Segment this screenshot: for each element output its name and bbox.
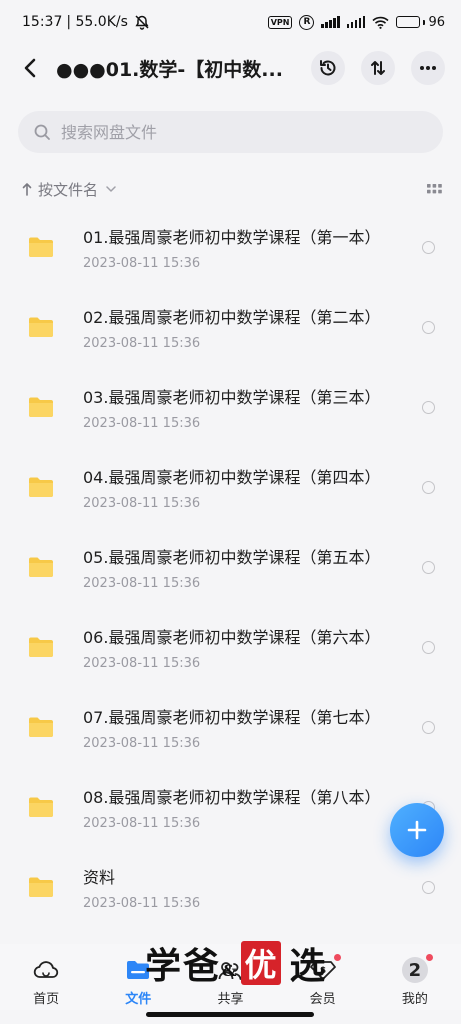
more-horizontal-icon	[420, 66, 436, 70]
folder-icon	[29, 877, 53, 897]
file-name: 08.最强周豪老师初中数学课程（第八本）	[83, 787, 381, 807]
vpn-badge: VPN	[267, 15, 293, 29]
more-button[interactable]	[411, 51, 445, 85]
back-button[interactable]	[18, 52, 42, 84]
signal-icon	[321, 16, 340, 28]
file-date: 2023-08-11 15:36	[83, 335, 201, 351]
watermark-stamp: 优	[241, 941, 282, 985]
file-date: 2023-08-11 15:36	[83, 495, 201, 511]
watermark-text-1: 学爸	[145, 945, 222, 987]
search-icon	[34, 124, 50, 140]
folder-icon	[29, 717, 53, 737]
sort-direction-button[interactable]	[22, 182, 32, 196]
sort-field-label[interactable]: 按文件名	[38, 179, 98, 200]
file-date: 2023-08-11 15:36	[83, 255, 201, 271]
status-left: 15:37 | 55.0K/s	[22, 14, 150, 30]
nav-files-label: 文件	[125, 992, 152, 1007]
list-item[interactable]: 07.最强周豪老师初中数学课程（第七本） 2023-08-11 15:36	[0, 687, 461, 767]
list-item[interactable]: 03.最强周豪老师初中数学课程（第三本） 2023-08-11 15:36	[0, 367, 461, 447]
select-checkbox[interactable]	[422, 720, 435, 734]
nav-home-label: 首页	[33, 992, 60, 1007]
grid-view-icon[interactable]	[427, 184, 442, 194]
add-button[interactable]	[390, 803, 444, 857]
list-item[interactable]: 01.最强周豪老师初中数学课程（第一本） 2023-08-11 15:36	[0, 207, 461, 287]
nav-vip-label: 会员	[309, 992, 336, 1007]
file-date: 2023-08-11 15:36	[83, 655, 201, 671]
top-bar: ●●●01.数学-【初中数...	[0, 46, 461, 90]
select-checkbox[interactable]	[422, 400, 435, 414]
watermark-logo: 学爸 & 优 选	[145, 938, 327, 988]
folder-icon	[29, 317, 53, 337]
list-item[interactable]: 06.最强周豪老师初中数学课程（第六本） 2023-08-11 15:36	[0, 607, 461, 687]
file-date: 2023-08-11 15:36	[83, 895, 201, 911]
folder-icon	[29, 797, 53, 817]
arrow-up-icon	[22, 183, 32, 196]
notification-dot	[333, 954, 341, 961]
list-item[interactable]: 04.最强周豪老师初中数学课程（第四本） 2023-08-11 15:36	[0, 447, 461, 527]
signal-icon-2	[346, 16, 366, 28]
watermark-text-2: 选	[289, 945, 328, 987]
folder-icon	[29, 637, 53, 657]
wifi-icon	[372, 16, 389, 29]
nav-home[interactable]: 首页	[11, 956, 81, 1007]
avatar-wrap: 2	[401, 954, 433, 984]
chevron-down-icon[interactable]	[106, 186, 116, 192]
file-name: 07.最强周豪老师初中数学课程（第七本）	[83, 707, 381, 727]
file-browser-screen: 15:37 | 55.0K/s VPN R 96 ●●●01.数学-【初中数..…	[0, 0, 461, 1024]
notification-dot	[425, 954, 433, 961]
plus-icon	[407, 820, 427, 840]
status-right: VPN R 96	[267, 14, 445, 30]
sort-toggle-button[interactable]	[361, 51, 395, 85]
folder-icon	[29, 237, 53, 257]
file-name: 05.最强周豪老师初中数学课程（第五本）	[83, 547, 381, 567]
home-indicator[interactable]	[146, 1012, 314, 1017]
folder-title: ●●●01.数学-【初中数...	[56, 58, 283, 81]
avatar: 2	[401, 957, 428, 983]
file-name: 03.最强周豪老师初中数学课程（第三本）	[83, 387, 381, 407]
list-item[interactable]: 02.最强周豪老师初中数学课程（第二本） 2023-08-11 15:36	[0, 287, 461, 367]
select-checkbox[interactable]	[422, 560, 435, 574]
nav-mine[interactable]: 2 我的	[380, 954, 450, 1007]
file-name: 06.最强周豪老师初中数学课程（第六本）	[83, 627, 381, 647]
registered-icon: R	[299, 14, 315, 30]
select-checkbox[interactable]	[422, 240, 435, 254]
file-name: 资料	[83, 867, 116, 887]
select-checkbox[interactable]	[422, 320, 435, 334]
nav-share-label: 共享	[217, 992, 244, 1007]
cloud-icon	[32, 956, 60, 984]
alarm-off-icon	[134, 14, 150, 30]
file-date: 2023-08-11 15:36	[83, 735, 201, 751]
folder-icon	[29, 477, 53, 497]
sort-arrows-icon	[371, 61, 385, 75]
file-date: 2023-08-11 15:36	[83, 415, 201, 431]
file-name: 04.最强周豪老师初中数学课程（第四本）	[83, 467, 381, 487]
battery-icon	[396, 16, 421, 28]
select-checkbox[interactable]	[422, 640, 435, 654]
status-time: 15:37	[22, 14, 63, 30]
battery-percent: 96	[428, 14, 445, 30]
select-checkbox[interactable]	[422, 880, 435, 894]
select-checkbox[interactable]	[422, 480, 435, 494]
folder-icon	[29, 397, 53, 417]
search-bar[interactable]	[18, 111, 443, 153]
file-name: 01.最强周豪老师初中数学课程（第一本）	[83, 227, 381, 247]
sort-row: 按文件名	[22, 176, 442, 202]
file-date: 2023-08-11 15:36	[83, 815, 201, 831]
search-input[interactable]	[61, 122, 401, 142]
file-date: 2023-08-11 15:36	[83, 575, 201, 591]
header-actions	[311, 51, 445, 85]
chevron-left-icon	[24, 58, 36, 78]
network-speed: | 55.0K/s	[66, 14, 128, 30]
history-icon	[320, 60, 336, 76]
list-item[interactable]: 资料 2023-08-11 15:36	[0, 847, 461, 927]
history-button[interactable]	[311, 51, 345, 85]
file-name: 02.最强周豪老师初中数学课程（第二本）	[83, 307, 381, 327]
watermark-amp: &	[222, 961, 239, 980]
nav-mine-label: 我的	[401, 992, 428, 1007]
battery-indicator: 96	[396, 15, 445, 30]
folder-icon	[29, 557, 53, 577]
list-item[interactable]: 05.最强周豪老师初中数学课程（第五本） 2023-08-11 15:36	[0, 527, 461, 607]
status-bar: 15:37 | 55.0K/s VPN R 96	[0, 0, 461, 44]
